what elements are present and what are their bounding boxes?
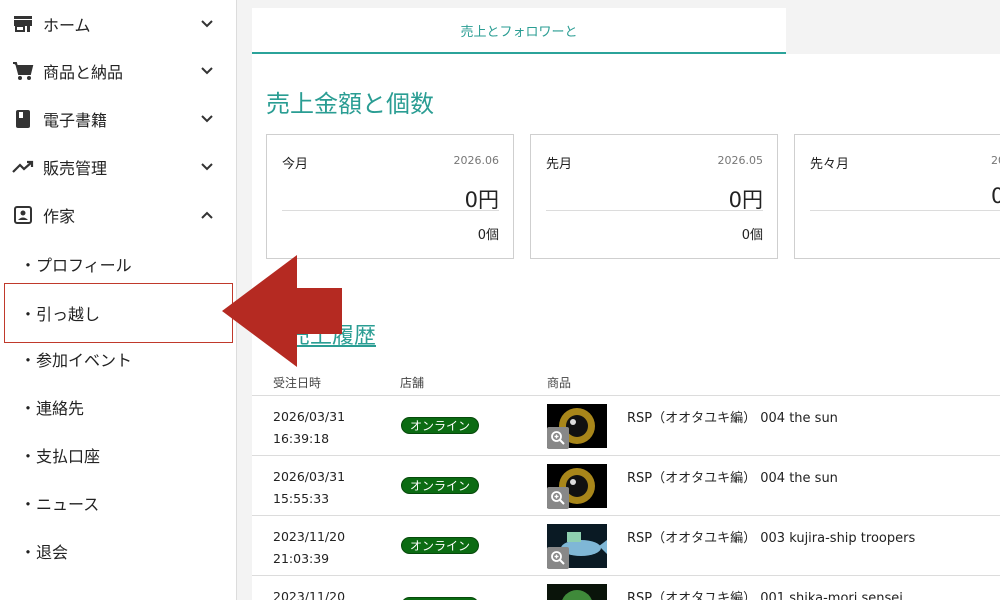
product-thumbnail[interactable]: [547, 584, 607, 600]
sidebar-subitem-label: ・支払口座: [20, 447, 101, 466]
card-date: 20: [991, 154, 1000, 167]
sidebar-subitem-label: ・連絡先: [20, 399, 85, 418]
sidebar-subitem-events[interactable]: ・参加イベント: [0, 335, 236, 383]
card-count: 0個: [741, 228, 763, 243]
sidebar-subitem-withdraw[interactable]: ・退会: [0, 527, 236, 575]
sidebar-item-artist[interactable]: 作家: [0, 191, 236, 239]
table-row[interactable]: 2026/03/31 16:39:18 オンライン RSP（オオタユキ編） 004…: [252, 395, 1000, 455]
card-date: 2026.06: [453, 154, 500, 167]
red-arrow-icon: [222, 255, 342, 367]
sidebar-item-label: 作家: [43, 207, 76, 226]
sidebar-item-label: ホーム: [43, 16, 91, 35]
tab-label: 売上とフォロワーと: [460, 24, 578, 40]
sidebar-subitem-label: ・参加イベント: [20, 351, 133, 370]
sales-card-this-month: 今月 2026.06 0円 0個: [266, 134, 514, 259]
sidebar-item-home[interactable]: ホーム: [0, 0, 236, 48]
product-name: RSP（オオタユキ編） 003 kujira-ship troopers: [627, 531, 916, 546]
product-name: RSP（オオタユキ編） 001 shika-mori sensei: [627, 591, 903, 600]
sidebar-item-products[interactable]: 商品と納品: [0, 47, 236, 95]
zoom-icon[interactable]: [547, 487, 569, 509]
sidebar-item-label: 販売管理: [43, 159, 108, 178]
order-date: 2023/11/20: [273, 589, 346, 600]
divider: [546, 210, 763, 211]
order-datetime: 2023/11/20: [273, 586, 345, 600]
order-date: 2023/11/20: [273, 529, 346, 544]
product-name: RSP（オオタユキ編） 004 the sun: [627, 411, 838, 426]
chevron-down-icon[interactable]: [198, 158, 216, 176]
sidebar-subitem-profile[interactable]: ・プロフィール: [0, 240, 236, 288]
sidebar-subitem-payment-account[interactable]: ・支払口座: [0, 431, 236, 479]
card-label: 先月: [546, 157, 573, 172]
store-badge: オンライン: [401, 537, 479, 554]
main-content: 売上とフォロワーと 売上金額と個数 今月 2026.06 0円 0個 先月 20…: [252, 8, 1000, 600]
sidebar-item-label: 商品と納品: [43, 63, 124, 82]
divider: [282, 210, 499, 211]
column-header-store: 店舗: [400, 376, 425, 390]
chevron-down-icon[interactable]: [198, 15, 216, 33]
sidebar-item-ebooks[interactable]: 電子書籍: [0, 95, 236, 143]
tab-sales-followers[interactable]: 売上とフォロワーと: [252, 8, 786, 54]
table-row[interactable]: 2023/11/20 21:03:39 オンライン RSP（オオタユキ編） 003…: [252, 515, 1000, 575]
chevron-up-icon[interactable]: [198, 206, 216, 224]
card-amount: 0: [991, 184, 1000, 208]
order-time: 21:03:39: [273, 551, 330, 566]
zoom-icon[interactable]: [547, 547, 569, 569]
zoom-icon[interactable]: [547, 427, 569, 449]
order-date: 2026/03/31: [273, 469, 346, 484]
order-datetime: 2026/03/31 16:39:18: [273, 406, 345, 450]
sidebar-subitem-label: ・退会: [20, 543, 69, 562]
sidebar-subitem-moving[interactable]: ・引っ越し: [4, 283, 233, 343]
order-time: 16:39:18: [273, 431, 330, 446]
cart-icon: [12, 60, 34, 82]
chevron-down-icon[interactable]: [198, 62, 216, 80]
table-row[interactable]: 2023/11/20 RSP（オオタユキ編） 001 shika-mori se…: [252, 575, 1000, 600]
sidebar-item-sales[interactable]: 販売管理: [0, 143, 236, 191]
sidebar-subitem-label: ・引っ越し: [20, 305, 101, 324]
sidebar-subitem-contact[interactable]: ・連絡先: [0, 383, 236, 431]
table-row[interactable]: 2026/03/31 15:55:33 オンライン RSP（オオタユキ編） 004…: [252, 455, 1000, 515]
divider: [810, 210, 1000, 211]
card-date: 2026.05: [717, 154, 764, 167]
card-label: 先々月: [810, 157, 850, 172]
sidebar: ホーム 商品と納品 電子書籍 販売管理 作家 ・プロフィール ・引っ越し ・参加…: [0, 0, 237, 600]
store-badge: オンライン: [401, 477, 479, 494]
order-date: 2026/03/31: [273, 409, 346, 424]
chevron-down-icon[interactable]: [198, 110, 216, 128]
sidebar-subitem-news[interactable]: ・ニュース: [0, 479, 236, 527]
trending-up-icon: [12, 156, 34, 178]
column-header-product: 商品: [547, 376, 572, 390]
card-count: 0個: [477, 228, 499, 243]
sidebar-subitem-label: ・ニュース: [20, 495, 100, 514]
sales-card-last-month: 先月 2026.05 0円 0個: [530, 134, 778, 259]
store-icon: [12, 13, 34, 35]
tab-bar: 売上とフォロワーと: [252, 8, 1000, 54]
column-header-date: 受注日時: [273, 376, 322, 390]
card-label: 今月: [282, 157, 309, 172]
sidebar-subitem-label: ・プロフィール: [20, 256, 132, 275]
order-datetime: 2026/03/31 15:55:33: [273, 466, 345, 510]
book-icon: [12, 108, 34, 130]
product-name: RSP（オオタユキ編） 004 the sun: [627, 471, 838, 486]
tab-inactive[interactable]: [786, 8, 1000, 54]
store-badge: オンライン: [401, 417, 479, 434]
sales-section-title: 売上金額と個数: [266, 90, 434, 118]
account-box-icon: [12, 204, 34, 226]
sales-card-two-months-ago: 先々月 20 0: [794, 134, 1000, 259]
order-datetime: 2023/11/20 21:03:39: [273, 526, 345, 570]
order-time: 15:55:33: [273, 491, 330, 506]
sidebar-item-label: 電子書籍: [43, 111, 108, 130]
